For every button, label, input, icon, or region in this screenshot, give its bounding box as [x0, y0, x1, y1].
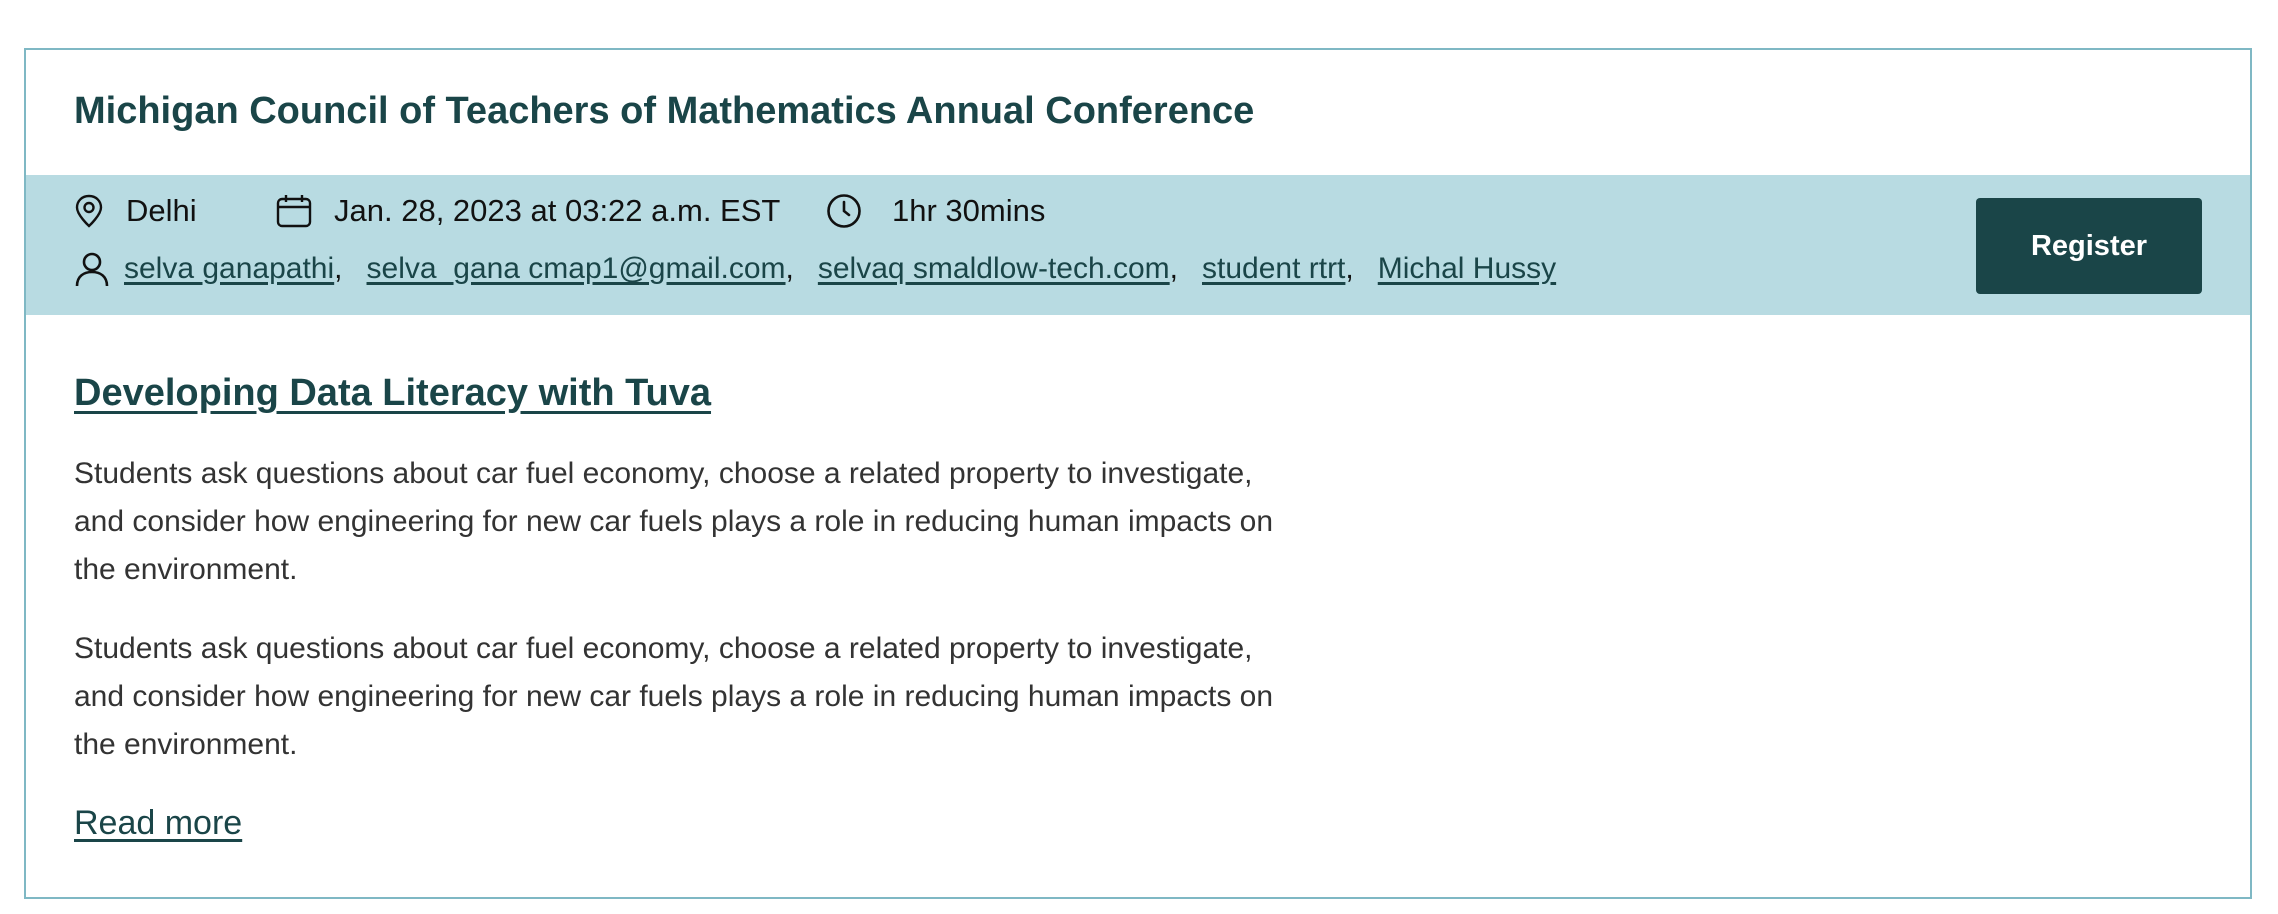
location-label: Delhi — [126, 193, 197, 228]
calendar-icon — [276, 195, 312, 228]
presenter-separator: , — [334, 252, 343, 285]
presenter-link[interactable]: selvaq smaldlow-tech.com — [818, 252, 1170, 286]
session-title-link[interactable]: Developing Data Literacy with Tuva — [74, 372, 711, 415]
presenter-link[interactable]: student rtrt — [1202, 252, 1345, 286]
event-title: Michigan Council of Teachers of Mathemat… — [74, 90, 1255, 132]
presenter-separator: , — [1345, 252, 1354, 285]
duration-label: 1hr 30mins — [892, 193, 1046, 228]
event-card: Michigan Council of Teachers of Mathemat… — [24, 48, 2252, 899]
clock-icon — [827, 194, 861, 228]
presenter-separator: , — [1169, 252, 1178, 285]
event-location: Delhi — [74, 193, 197, 229]
event-meta-bar: Delhi Jan. 28, 2023 at 03:22 a.m. EST 1h… — [26, 175, 2250, 315]
presenter-link[interactable]: Michal Hussy — [1378, 252, 1556, 286]
date-label: Jan. 28, 2023 at 03:22 a.m. EST — [334, 193, 781, 228]
presenter-link[interactable]: selva ganapathi — [124, 252, 334, 286]
person-icon — [75, 252, 109, 287]
event-date: Jan. 28, 2023 at 03:22 a.m. EST — [276, 193, 780, 229]
read-more-link[interactable]: Read more — [74, 804, 242, 843]
session-description: Students ask questions about car fuel ec… — [74, 632, 1274, 761]
session-description: Students ask questions about car fuel ec… — [74, 457, 1274, 586]
location-pin-icon — [75, 194, 103, 228]
register-button[interactable]: Register — [1976, 198, 2202, 294]
presenters-list: selva ganapathi, selva_gana cmap1@gmail.… — [74, 251, 1556, 287]
event-duration: 1hr 30mins — [826, 193, 1045, 229]
presenter-link[interactable]: selva_gana cmap1@gmail.com — [367, 252, 786, 286]
presenter-separator: , — [785, 252, 794, 285]
